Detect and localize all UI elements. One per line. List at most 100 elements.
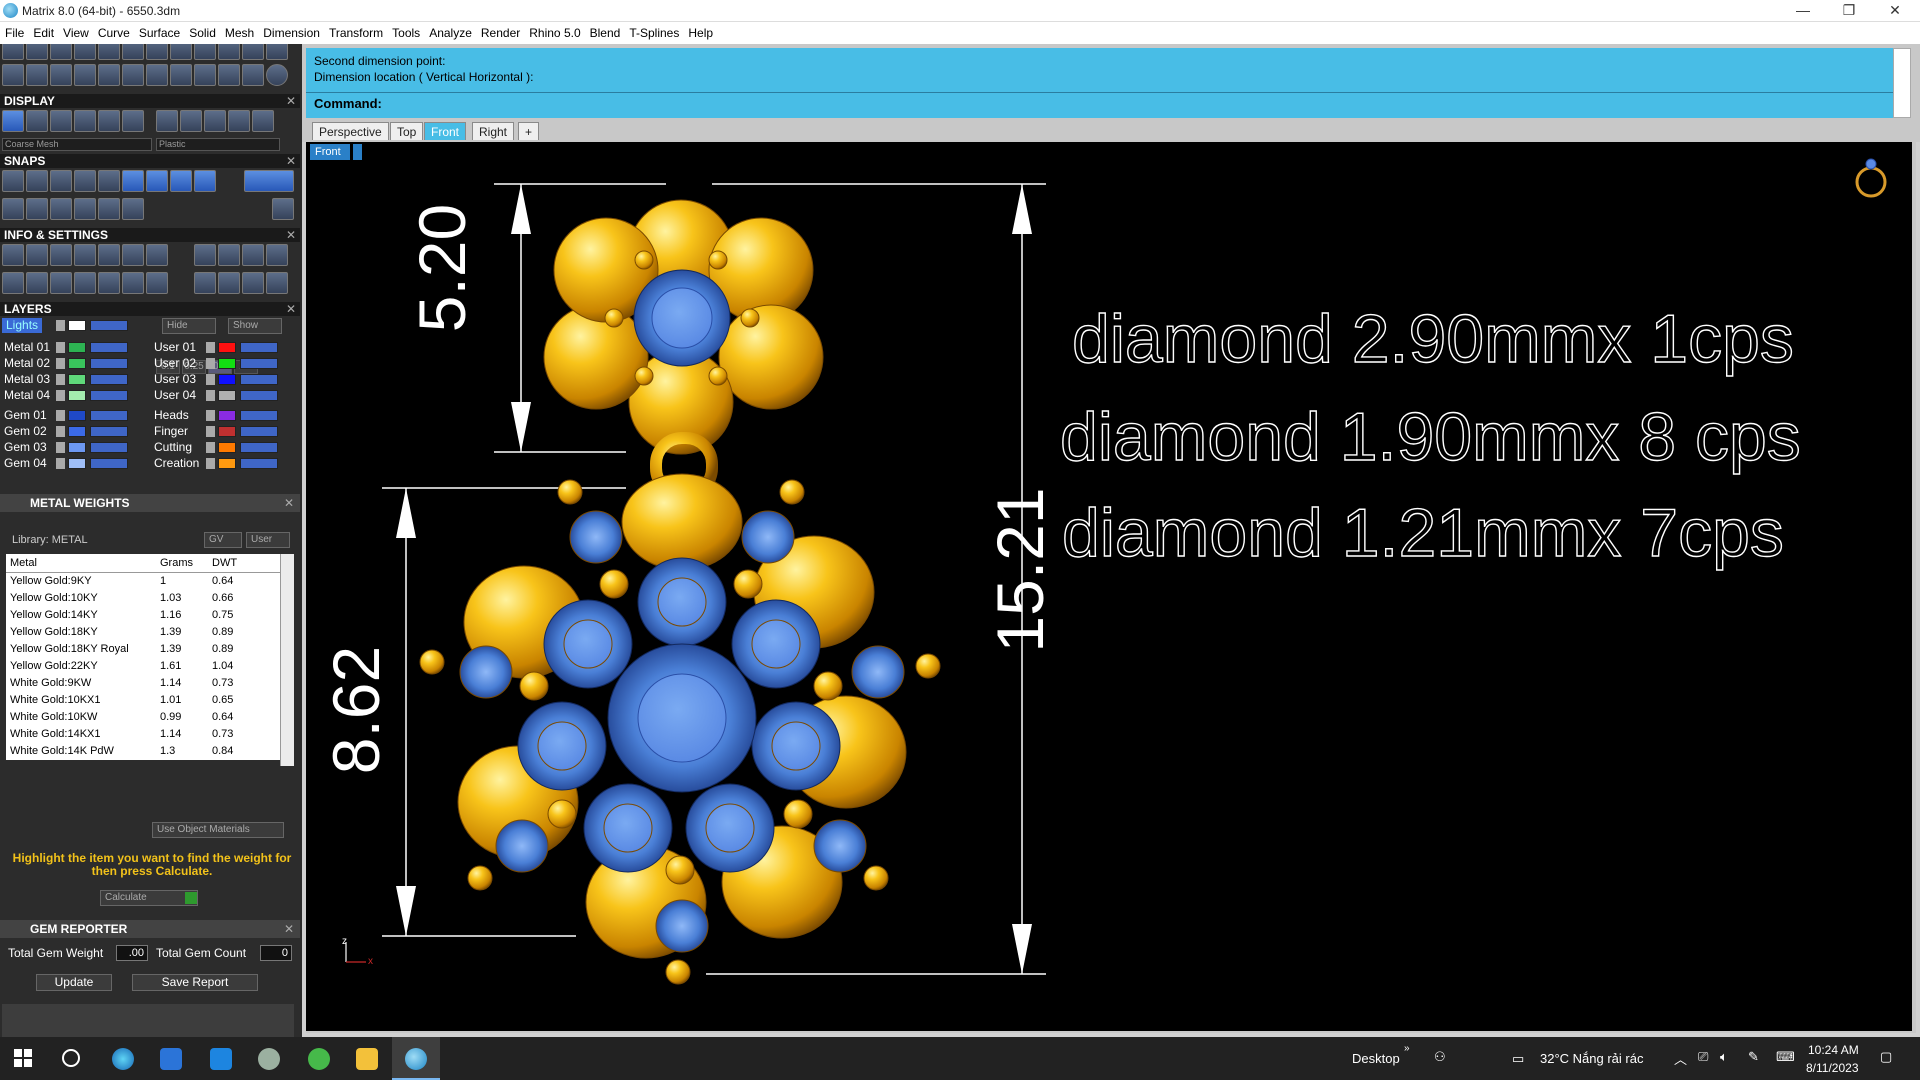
scale-tool-icon[interactable] [122, 64, 144, 86]
array-tool-icon[interactable] [170, 64, 192, 86]
sphere-icon[interactable] [204, 110, 226, 132]
table-row[interactable]: Yellow Gold:18KY Royal 1.39 0.89 [6, 641, 280, 658]
sphere-icon[interactable] [180, 110, 202, 132]
layer-row[interactable]: Gem 01 [0, 408, 150, 423]
volume-icon[interactable]: 🔈︎ [1720, 1049, 1728, 1065]
edge-browser-icon[interactable] [112, 1048, 134, 1070]
menu-rhino[interactable]: Rhino 5.0 [524, 22, 584, 44]
arrow-icon[interactable] [56, 426, 65, 437]
menu-edit[interactable]: Edit [28, 22, 58, 44]
layer-row[interactable]: User 01 [150, 340, 300, 355]
layer-row[interactable]: User 04 [150, 388, 300, 403]
show-button[interactable]: Show [228, 318, 282, 334]
layer-color-swatch[interactable] [218, 410, 236, 421]
tool-icon[interactable] [242, 244, 264, 266]
arrow-icon[interactable] [56, 410, 65, 421]
layer-color-swatch[interactable] [68, 320, 86, 331]
snap-tan-icon[interactable] [194, 170, 216, 192]
weather-icon[interactable]: ▭ [1512, 1051, 1524, 1067]
wireframe-icon[interactable] [2, 110, 24, 132]
tab-perspective[interactable]: Perspective [312, 122, 389, 140]
matrix-taskbar-button[interactable] [392, 1037, 440, 1080]
snap-tool-icon[interactable] [122, 198, 144, 220]
snap-near-icon[interactable] [50, 170, 72, 192]
filter-icon[interactable] [98, 272, 120, 294]
tool-icon[interactable] [50, 272, 72, 294]
layer-row[interactable]: User 02 [150, 356, 300, 371]
table-row[interactable]: Yellow Gold:9KY 1 0.64 [6, 573, 280, 590]
layer-color-swatch[interactable] [218, 458, 236, 469]
lock-icon[interactable] [240, 342, 278, 353]
lock-icon[interactable] [240, 458, 278, 469]
mesh-quality-select[interactable]: Coarse Mesh [2, 138, 152, 151]
layer-row[interactable]: Cutting [150, 440, 300, 455]
network-icon[interactable]: ⎚ [1698, 1049, 1708, 1065]
lock-icon[interactable] [90, 358, 128, 369]
layer-row[interactable]: Finger [150, 424, 300, 439]
tool-icon[interactable] [218, 272, 240, 294]
table-row[interactable]: Yellow Gold:14KY 1.16 0.75 [6, 607, 280, 624]
calculate-button[interactable]: Calculate [100, 890, 198, 906]
arrow-icon[interactable] [206, 358, 215, 369]
snap-tool-icon[interactable] [26, 198, 48, 220]
hide-button[interactable]: Hide [162, 318, 216, 334]
arrow-icon[interactable] [206, 342, 215, 353]
zoom-icon[interactable] [26, 244, 48, 266]
weather-text[interactable]: 32°C Nắng rải rác [1540, 1051, 1643, 1066]
close-button[interactable]: ✕ [1872, 0, 1918, 22]
tool-icon[interactable] [194, 44, 216, 60]
bg-icon[interactable] [122, 110, 144, 132]
file-explorer-icon[interactable] [356, 1048, 378, 1070]
table-row[interactable]: White Gold:14K PdW 1.3 0.84 [6, 743, 280, 760]
close-icon[interactable]: ✕ [286, 94, 296, 108]
arrow-icon[interactable] [206, 374, 215, 385]
snap-ortho-icon[interactable] [244, 170, 294, 192]
table-row[interactable]: White Gold:10KW 0.99 0.64 [6, 709, 280, 726]
table-row[interactable]: White Gold:9KW 1.14 0.73 [6, 675, 280, 692]
maximize-button[interactable]: ❐ [1826, 0, 1872, 22]
tab-top[interactable]: Top [390, 122, 424, 140]
lock-icon[interactable] [240, 390, 278, 401]
lock-icon[interactable] [90, 374, 128, 385]
tool-icon[interactable] [26, 44, 48, 60]
snap-tool-icon[interactable] [74, 198, 96, 220]
arrow-icon[interactable] [56, 458, 65, 469]
chevron-icon[interactable]: » [1404, 1043, 1410, 1054]
menu-file[interactable]: File [0, 22, 28, 44]
user-toggle[interactable]: User [246, 532, 290, 548]
lights-layer-row[interactable]: Lights [0, 318, 150, 333]
people-icon[interactable]: ⚇ [1434, 1049, 1446, 1065]
tab-add[interactable]: + [518, 122, 540, 140]
layer-row[interactable]: Heads [150, 408, 300, 423]
layer-color-swatch[interactable] [218, 358, 236, 369]
tool-icon[interactable] [194, 272, 216, 294]
command-input[interactable]: Command: [306, 92, 1895, 112]
lock-icon[interactable] [90, 426, 128, 437]
tool-icon[interactable] [266, 44, 288, 60]
lock-icon[interactable] [90, 442, 128, 453]
snap-grid-toggle-icon[interactable] [272, 198, 294, 220]
arrow-icon[interactable] [56, 390, 65, 401]
tool-icon[interactable] [194, 244, 216, 266]
notification-icon[interactable]: ▢ [1880, 1049, 1892, 1065]
tool-icon[interactable] [218, 244, 240, 266]
tool-icon[interactable] [50, 44, 72, 60]
group-tool-icon[interactable] [218, 64, 240, 86]
menu-view[interactable]: View [58, 22, 93, 44]
layer-icon[interactable] [50, 244, 72, 266]
pen-icon[interactable]: ✎ [1748, 1049, 1759, 1065]
minimize-button[interactable]: — [1780, 0, 1826, 22]
clock-date[interactable]: 8/11/2023 [1806, 1061, 1859, 1075]
tool-icon[interactable] [2, 44, 24, 60]
arrow-icon[interactable] [56, 374, 65, 385]
lock-icon[interactable] [90, 342, 128, 353]
save-report-button[interactable]: Save Report [132, 974, 258, 991]
menu-render[interactable]: Render [476, 22, 524, 44]
table-row[interactable]: Yellow Gold:22KY 1.61 1.04 [6, 658, 280, 675]
menu-tools[interactable]: Tools [387, 22, 424, 44]
mirror-tool-icon[interactable] [242, 64, 264, 86]
snap-cen-icon[interactable] [122, 170, 144, 192]
sphere-icon[interactable] [156, 110, 178, 132]
desktop-toolbar[interactable]: Desktop [1352, 1051, 1400, 1066]
app-icon[interactable] [258, 1048, 280, 1070]
